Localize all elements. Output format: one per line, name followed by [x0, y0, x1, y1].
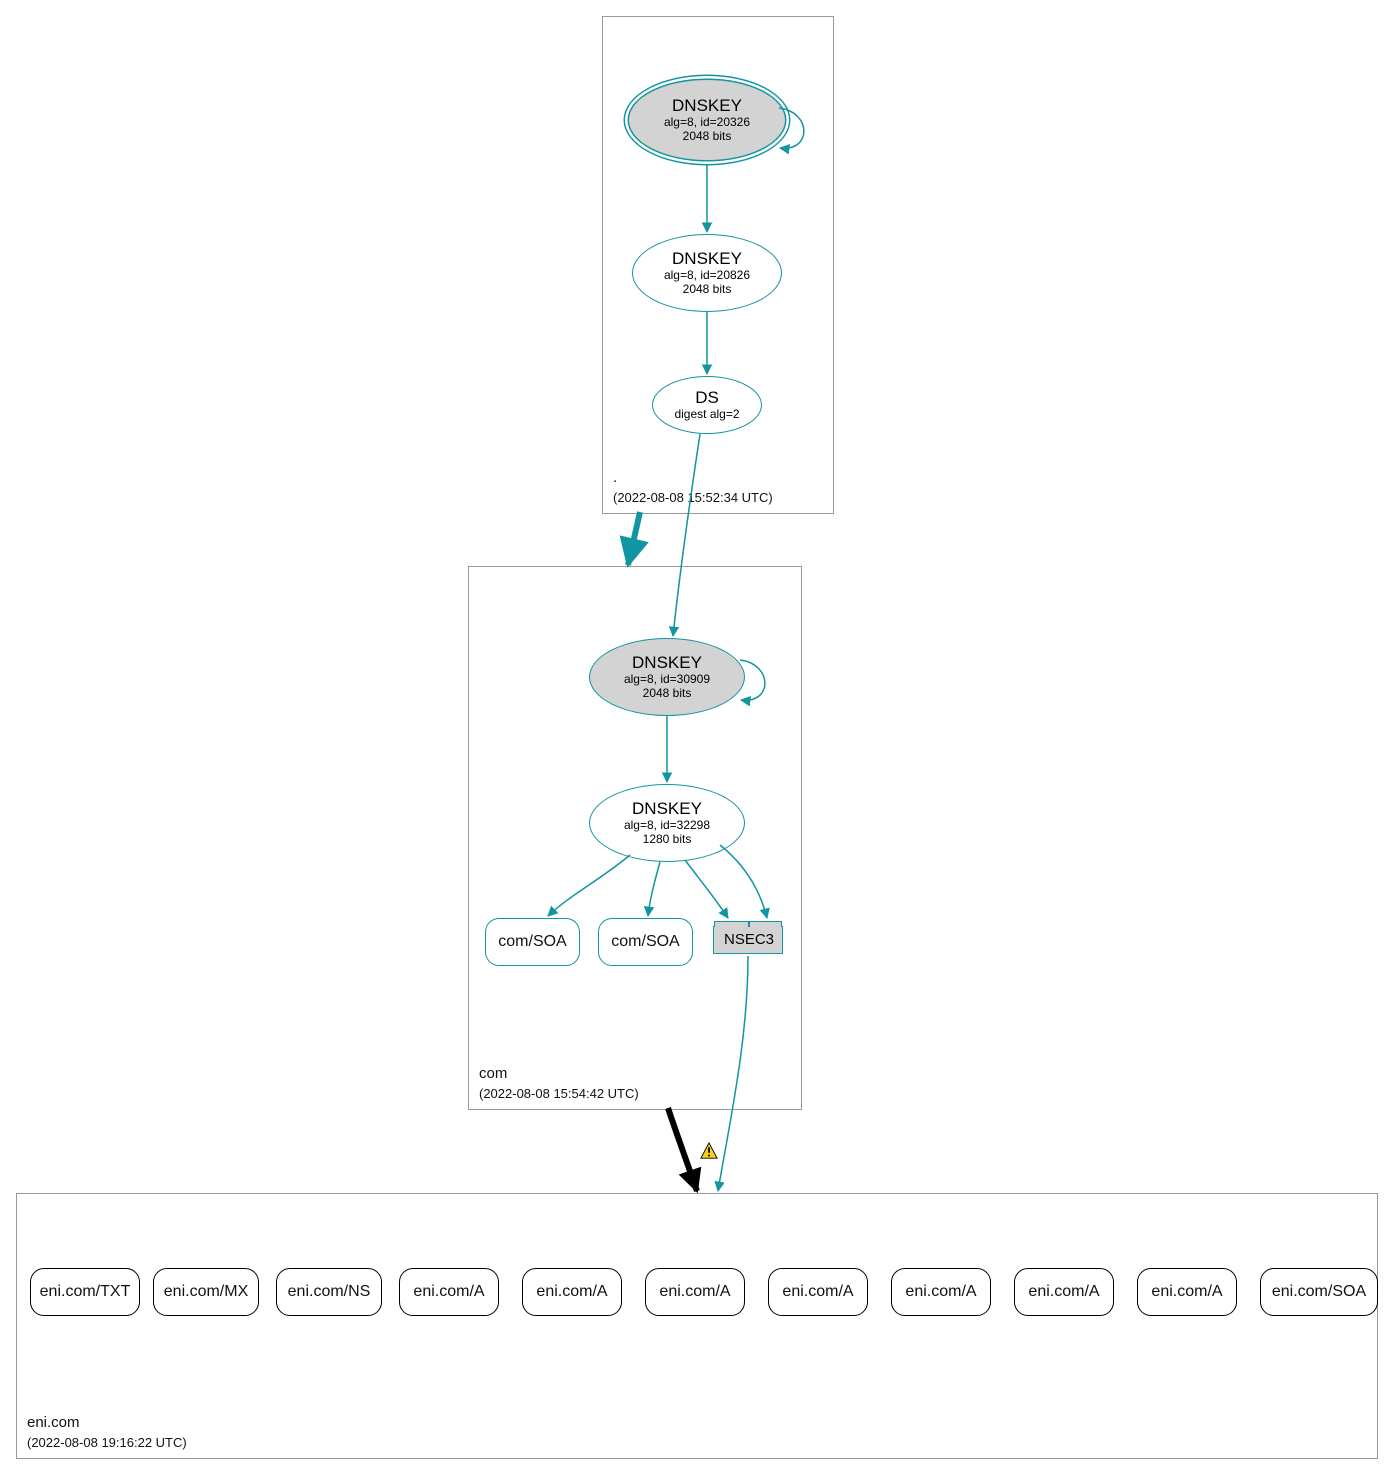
com-ksk-node: DNSKEY alg=8, id=30909 2048 bits — [589, 638, 745, 716]
eni-record: eni.com/MX — [153, 1268, 259, 1316]
eni-record-label: eni.com/A — [905, 1283, 976, 1301]
root-zsk-meta1: alg=8, id=20826 — [664, 269, 750, 283]
eni-record-label: eni.com/A — [536, 1283, 607, 1301]
eni-record-label: eni.com/A — [1151, 1283, 1222, 1301]
com-zsk-title: DNSKEY — [632, 799, 702, 819]
zone-com-name: com — [479, 1065, 507, 1082]
eni-record-label: eni.com/A — [413, 1283, 484, 1301]
zone-root-timestamp: (2022-08-08 15:52:34 UTC) — [613, 490, 773, 505]
eni-record-label: eni.com/MX — [164, 1283, 248, 1301]
eni-record: eni.com/TXT — [30, 1268, 140, 1316]
eni-record: eni.com/A — [768, 1268, 868, 1316]
com-zsk-meta2: 1280 bits — [643, 833, 692, 847]
com-nsec3-label: NSEC3 — [714, 927, 782, 952]
root-zsk-node: DNSKEY alg=8, id=20826 2048 bits — [632, 234, 782, 312]
edge-root-box-com-box — [628, 512, 640, 565]
com-nsec3-node: NSEC3 — [713, 926, 783, 954]
warning-icon — [700, 1142, 718, 1160]
com-zsk-node: DNSKEY alg=8, id=32298 1280 bits — [589, 784, 745, 862]
root-ds-title: DS — [695, 388, 719, 408]
eni-record: eni.com/A — [1137, 1268, 1237, 1316]
root-ksk-meta1: alg=8, id=20326 — [664, 116, 750, 130]
com-soa-2-node: com/SOA — [598, 918, 693, 966]
eni-record: eni.com/A — [522, 1268, 622, 1316]
eni-record: eni.com/SOA — [1260, 1268, 1378, 1316]
zone-root-name: . — [613, 469, 617, 486]
eni-record: eni.com/A — [645, 1268, 745, 1316]
eni-record-label: eni.com/SOA — [1272, 1283, 1366, 1301]
eni-record-label: eni.com/A — [1028, 1283, 1099, 1301]
com-ksk-title: DNSKEY — [632, 653, 702, 673]
com-soa-1-label: com/SOA — [498, 933, 566, 951]
eni-record: eni.com/A — [1014, 1268, 1114, 1316]
com-ksk-meta2: 2048 bits — [643, 687, 692, 701]
eni-record-label: eni.com/A — [659, 1283, 730, 1301]
com-soa-2-label: com/SOA — [611, 933, 679, 951]
com-soa-1-node: com/SOA — [485, 918, 580, 966]
root-zsk-meta2: 2048 bits — [683, 283, 732, 297]
zone-root-label: . (2022-08-08 15:52:34 UTC) — [613, 468, 773, 507]
zone-com-timestamp: (2022-08-08 15:54:42 UTC) — [479, 1086, 639, 1101]
com-zsk-meta1: alg=8, id=32298 — [624, 819, 710, 833]
eni-record: eni.com/A — [399, 1268, 499, 1316]
root-ksk-title: DNSKEY — [672, 96, 742, 116]
root-ksk-meta2: 2048 bits — [683, 130, 732, 144]
root-ds-meta1: digest alg=2 — [674, 408, 739, 422]
zone-eni-timestamp: (2022-08-08 19:16:22 UTC) — [27, 1435, 187, 1450]
eni-record: eni.com/NS — [276, 1268, 382, 1316]
root-ksk-node: DNSKEY alg=8, id=20326 2048 bits — [629, 80, 785, 160]
zone-eni-box: eni.com (2022-08-08 19:16:22 UTC) — [16, 1193, 1378, 1459]
edge-com-box-eni-box — [668, 1108, 697, 1191]
root-zsk-title: DNSKEY — [672, 249, 742, 269]
eni-record-label: eni.com/TXT — [40, 1283, 131, 1301]
com-ksk-meta1: alg=8, id=30909 — [624, 673, 710, 687]
zone-eni-label: eni.com (2022-08-08 19:16:22 UTC) — [27, 1413, 187, 1452]
eni-record-label: eni.com/NS — [288, 1283, 371, 1301]
root-ds-node: DS digest alg=2 — [652, 376, 762, 434]
eni-record-label: eni.com/A — [782, 1283, 853, 1301]
zone-com-label: com (2022-08-08 15:54:42 UTC) — [479, 1064, 639, 1103]
dnssec-graph: . (2022-08-08 15:52:34 UTC) DNSKEY alg=8… — [0, 0, 1392, 1473]
zone-eni-name: eni.com — [27, 1414, 80, 1431]
eni-record: eni.com/A — [891, 1268, 991, 1316]
